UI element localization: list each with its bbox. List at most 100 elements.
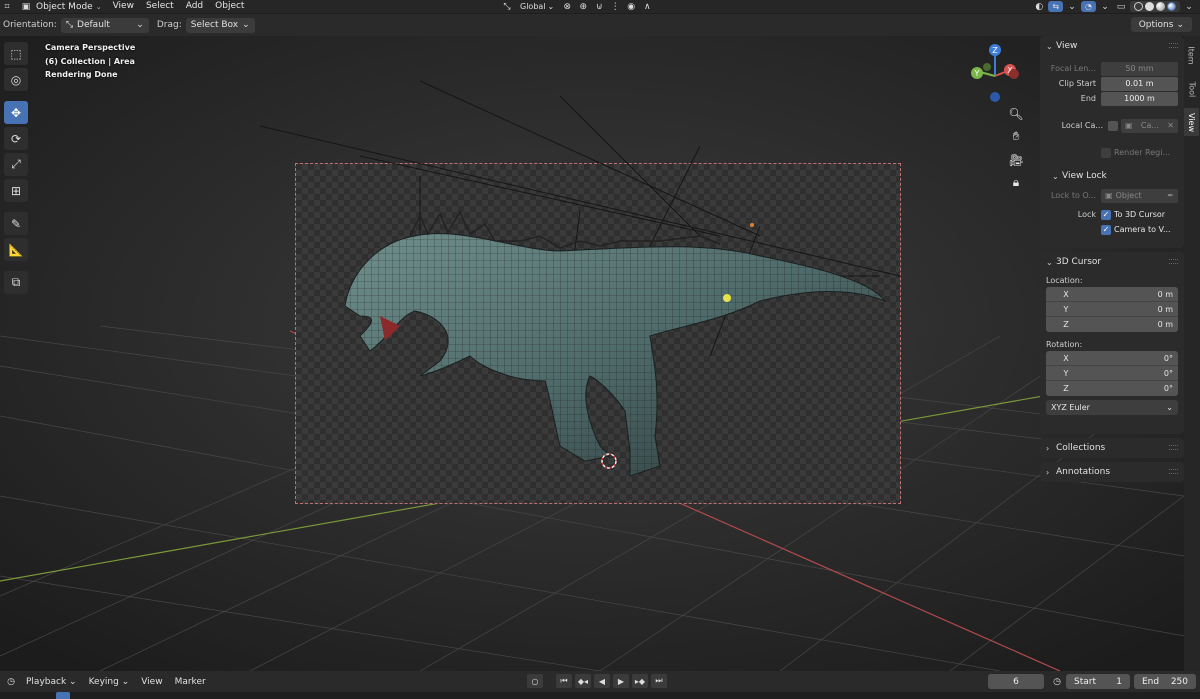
light-point[interactable] [723, 294, 731, 302]
3d-cursor-header[interactable]: ⌄ 3D Cursor [1040, 252, 1184, 272]
local-camera-field[interactable]: ▣ Ca... ✕ [1121, 118, 1178, 133]
3d-viewport[interactable]: Camera Perspective (6) Collection | Area… [0, 36, 1184, 671]
snap-icon[interactable]: ⊕ [576, 1, 590, 12]
snap-increment-icon[interactable]: ⋮ [608, 1, 622, 12]
shading-modes[interactable] [1130, 1, 1180, 12]
zoom-icon[interactable]: 🔍︎ [1006, 106, 1026, 121]
mode-selector[interactable]: ▣ Object Mode ⌄ [14, 1, 107, 12]
collections-section[interactable]: › Collections [1040, 438, 1184, 458]
navigation-gizmo[interactable]: Z X Y [962, 40, 1028, 106]
timeline-editor-icon[interactable]: ◷ [4, 676, 18, 687]
transform-tool[interactable]: ⊞ [4, 179, 28, 202]
current-frame-field[interactable]: 6 [988, 674, 1044, 689]
location-x-field[interactable]: X 0 m [1046, 287, 1178, 302]
grip-icon[interactable] [1169, 259, 1178, 264]
view-section-header[interactable]: ⌄ View [1040, 36, 1184, 56]
rotation-mode-dropdown[interactable]: XYZ Euler ⌄ [1046, 400, 1178, 415]
menu-timeline-view[interactable]: View [137, 677, 166, 687]
proportional-edit-icon[interactable]: ◉ [624, 1, 638, 12]
grip-icon[interactable] [1169, 445, 1178, 450]
to-3d-cursor-checkbox[interactable]: ✓ [1101, 209, 1111, 220]
gizmo-toggle[interactable]: ⇆ [1048, 1, 1064, 12]
jump-end-icon[interactable]: ⏭ [651, 674, 667, 688]
rotation-x-field[interactable]: X 0° [1046, 351, 1178, 366]
gizmo-neg-z[interactable] [990, 92, 1000, 102]
menu-object[interactable]: Object [209, 0, 250, 13]
tab-tool[interactable]: Tool [1184, 74, 1199, 104]
drag-dropdown[interactable]: Select Box ⌄ [185, 17, 255, 33]
rotate-tool[interactable]: ⟳ [4, 127, 28, 150]
falloff-icon[interactable]: ∧ [640, 1, 654, 12]
clock-icon[interactable]: ◷ [1050, 676, 1064, 687]
select-box-tool[interactable]: ⬚ [4, 42, 28, 65]
location-z-field[interactable]: Z 0 m [1046, 317, 1178, 332]
annotations-section[interactable]: › Annotations [1040, 462, 1184, 482]
magnet-icon[interactable]: ⊍ [592, 1, 606, 12]
start-frame-field[interactable]: Start 1 [1066, 674, 1130, 689]
pan-hand-icon[interactable]: ✋︎ [1006, 129, 1026, 144]
measure-tool[interactable]: 📐 [4, 238, 28, 261]
render-region-checkbox[interactable] [1101, 147, 1111, 158]
chevron-right-icon: › [1046, 467, 1050, 477]
view-lock-header[interactable]: ⌄ View Lock [1040, 166, 1184, 186]
rendered-shading-icon[interactable] [1167, 2, 1176, 11]
next-keyframe-icon[interactable]: ▸◆ [632, 674, 648, 688]
gizmo-neg-y[interactable] [983, 63, 991, 71]
scale-tool[interactable]: ⤢ [4, 153, 28, 176]
close-icon[interactable]: ✕ [1167, 121, 1174, 130]
light-point-2[interactable] [750, 223, 754, 227]
pivot-icon[interactable]: ⊗ [560, 1, 574, 12]
annotate-tool[interactable]: ✎ [4, 212, 28, 235]
camera-view-icon[interactable]: 🎥︎ [1006, 152, 1026, 167]
grip-icon[interactable] [1169, 43, 1178, 48]
move-tool[interactable]: ✥ [4, 101, 28, 124]
transform-orientation-dropdown[interactable]: Global ⌄ [516, 1, 558, 12]
menu-keying[interactable]: Keying ⌄ [85, 677, 134, 687]
header-bar: ⌗ ▣ Object Mode ⌄ View Select Add Object… [0, 0, 1200, 13]
location-y-field[interactable]: Y 0 m [1046, 302, 1178, 317]
clip-start-field[interactable]: 0.01 m [1101, 76, 1178, 91]
end-frame-field[interactable]: End 250 [1134, 674, 1196, 689]
chevron-down-icon[interactable]: ⌄ [1098, 1, 1112, 12]
rotation-z-field[interactable]: Z 0° [1046, 381, 1178, 396]
rotation-y-field[interactable]: Y 0° [1046, 366, 1178, 381]
jump-start-icon[interactable]: ⏮ [556, 674, 572, 688]
lock-icon[interactable]: 🔒︎ [1006, 175, 1026, 190]
menu-add[interactable]: Add [180, 0, 209, 13]
chevron-down-icon[interactable]: ⌄ [1065, 1, 1079, 12]
add-cube-tool[interactable]: ⧉ [4, 271, 28, 294]
orientation-icon: ⤡ [503, 1, 511, 12]
local-camera-checkbox[interactable] [1108, 120, 1118, 131]
play-icon[interactable]: ▶ [613, 674, 629, 688]
menu-view[interactable]: View [107, 0, 140, 13]
lock-to-object-field[interactable]: ▣ Object ✒ [1101, 188, 1178, 203]
eyedropper-icon[interactable]: ✒ [1167, 191, 1174, 200]
chevron-down-icon[interactable]: ⌄ [1182, 1, 1196, 12]
playhead[interactable] [56, 692, 70, 699]
xray-icon[interactable]: ▭ [1114, 1, 1128, 12]
camera-to-view-checkbox[interactable]: ✓ [1101, 224, 1111, 235]
menu-select[interactable]: Select [140, 0, 180, 13]
gizmo-neg-x[interactable] [1009, 69, 1019, 79]
material-shading-icon[interactable] [1156, 2, 1165, 11]
solid-shading-icon[interactable] [1145, 2, 1154, 11]
wireframe-shading-icon[interactable] [1134, 2, 1143, 11]
dinosaur-model[interactable] [344, 210, 887, 477]
grip-icon[interactable] [1169, 469, 1178, 474]
options-button[interactable]: Options ⌄ [1130, 17, 1192, 32]
tab-item[interactable]: Item [1184, 40, 1199, 70]
auto-keying-icon[interactable]: ○ [527, 674, 543, 688]
editor-type-icon[interactable]: ⌗ [0, 1, 14, 12]
menu-marker[interactable]: Marker [171, 677, 210, 687]
menu-playback[interactable]: Playback ⌄ [22, 677, 81, 687]
tab-view[interactable]: View [1184, 108, 1199, 136]
orientation-dropdown[interactable]: ⤡ Default ⌄ [60, 17, 149, 33]
clip-end-field[interactable]: 1000 m [1101, 91, 1178, 106]
overlay-toggle[interactable]: ◔ [1081, 1, 1096, 12]
visibility-icon[interactable]: ◐ [1032, 1, 1046, 12]
cursor-tool[interactable]: ◎ [4, 68, 28, 91]
focal-length-field[interactable]: 50 mm [1101, 61, 1178, 76]
timeline-ruler[interactable] [0, 692, 1200, 699]
prev-keyframe-icon[interactable]: ◆◂ [575, 674, 591, 688]
play-reverse-icon[interactable]: ◀ [594, 674, 610, 688]
